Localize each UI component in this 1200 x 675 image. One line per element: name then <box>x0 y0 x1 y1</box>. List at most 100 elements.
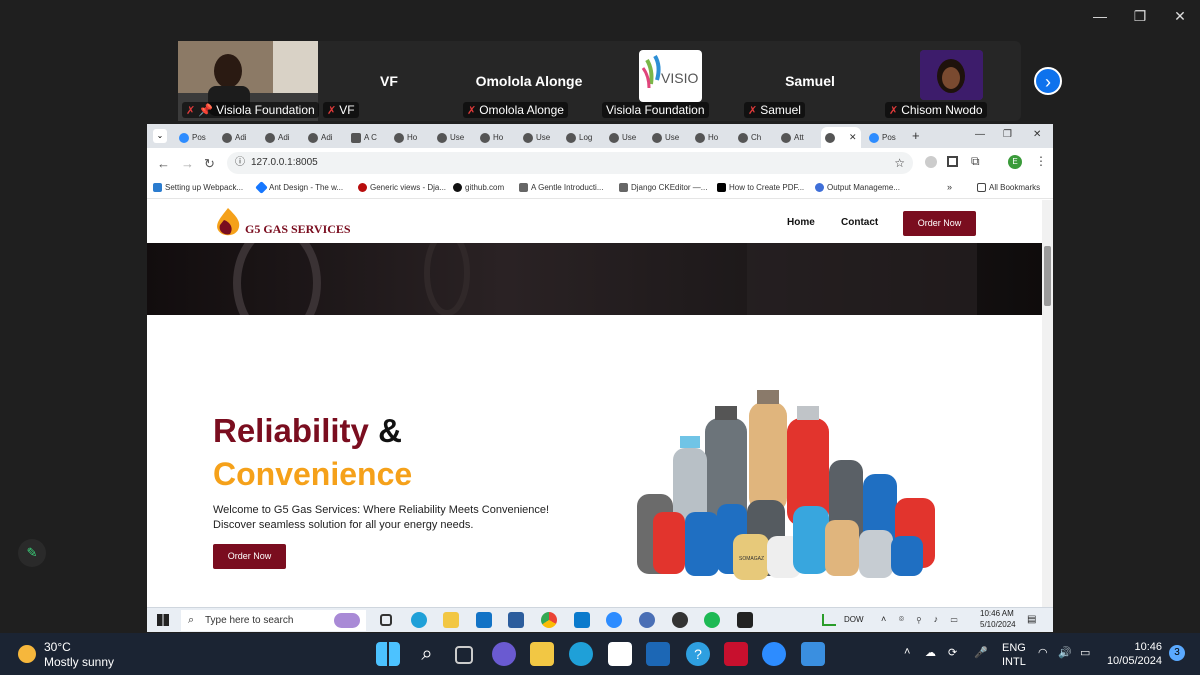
bookmark-item[interactable]: Setting up Webpack... <box>153 183 243 192</box>
next-participants-button[interactable]: › <box>1034 67 1062 95</box>
browser-tab[interactable]: Pos <box>865 127 907 148</box>
volume-icon[interactable]: 🔊 <box>1058 646 1072 659</box>
language-code[interactable]: ENG <box>1002 642 1026 654</box>
scrollbar-thumb[interactable] <box>1044 246 1051 306</box>
weather-description[interactable]: Mostly sunny <box>44 655 114 669</box>
forward-button[interactable]: → <box>181 156 194 171</box>
stock-chart-icon[interactable] <box>822 614 836 626</box>
browser-tab[interactable]: Ho <box>390 127 432 148</box>
page-scrollbar[interactable] <box>1042 200 1053 632</box>
zoom-icon[interactable] <box>762 642 786 666</box>
nav-contact-link[interactable]: Contact <box>841 217 878 228</box>
nav-order-button[interactable]: Order Now <box>903 211 976 236</box>
window-restore-button[interactable]: ❐ <box>1003 129 1012 140</box>
participant-tile[interactable]: Omolola Alonge ✗ Omolola Alonge <box>459 41 599 121</box>
bookmark-item[interactable]: Output Manageme... <box>815 183 900 192</box>
file-explorer-icon[interactable] <box>530 642 554 666</box>
browser-tab[interactable]: Ho <box>691 127 733 148</box>
vscode-icon[interactable] <box>574 612 590 628</box>
taskbar-search-input[interactable]: ⌕ Type here to search <box>181 610 366 631</box>
edge-icon[interactable] <box>569 642 593 666</box>
new-tab-button[interactable]: + <box>912 128 920 143</box>
restore-button[interactable]: ❐ <box>1128 8 1152 25</box>
browser-tab[interactable]: Use <box>605 127 647 148</box>
participant-tile[interactable]: Samuel ✗ Samuel <box>740 41 880 121</box>
github-desktop-icon[interactable] <box>672 612 688 628</box>
start-windows-icon[interactable] <box>157 614 169 626</box>
puzzle-extensions-icon[interactable]: ⧉ <box>971 154 980 169</box>
chat-icon[interactable] <box>492 642 516 666</box>
clock-date[interactable]: 10/05/2024 <box>1100 655 1162 667</box>
browser-tab[interactable]: Adi <box>304 127 346 148</box>
bookmark-item[interactable]: Ant Design - The w... <box>255 181 343 194</box>
help-icon[interactable]: ? <box>686 642 710 666</box>
search-icon[interactable]: ⌕ <box>415 642 439 666</box>
annotate-pen-icon[interactable]: ✎ <box>18 539 46 567</box>
notification-badge[interactable]: 3 <box>1169 645 1185 661</box>
participant-tile[interactable]: ✗ 📌 Visiola Foundation <box>178 41 319 121</box>
battery-icon[interactable]: ▭ <box>1080 646 1090 659</box>
shared-clock-date[interactable]: 5/10/2024 <box>980 620 1016 629</box>
keyboard-layout[interactable]: INTL <box>1002 656 1026 668</box>
weather-sun-icon[interactable] <box>18 645 36 663</box>
browser-tab[interactable]: Adi <box>261 127 303 148</box>
snipping-tool-icon[interactable] <box>801 642 825 666</box>
minimize-button[interactable]: — <box>1088 8 1112 24</box>
hp-icon[interactable] <box>646 642 670 666</box>
sync-icon[interactable]: ⟳ <box>948 646 957 659</box>
browser-tab-active[interactable]: ✕ <box>821 127 861 148</box>
site-logo-text[interactable]: G5 GAS SERVICES <box>245 222 351 237</box>
stock-ticker[interactable]: DOW <box>844 615 864 624</box>
task-view-icon[interactable] <box>380 614 392 626</box>
browser-tab[interactable]: Log <box>562 127 604 148</box>
tray-icons[interactable]: ˄ ⌾ ⚲ ♪ ▭ <box>881 614 962 625</box>
nav-home-link[interactable]: Home <box>787 217 815 228</box>
virtualbox-icon[interactable] <box>508 612 524 628</box>
spotify-icon[interactable] <box>704 612 720 628</box>
window-close-button[interactable]: ✕ <box>1033 129 1041 140</box>
mail-icon[interactable] <box>476 612 492 628</box>
participant-tile[interactable]: VF ✗ VF <box>319 41 459 121</box>
participant-tile[interactable]: VISIO Visiola Foundation <box>600 41 740 121</box>
terminal-icon[interactable] <box>737 612 753 628</box>
edge-icon[interactable] <box>411 612 427 628</box>
wifi-icon[interactable]: ◠ <box>1038 646 1048 659</box>
chrome-icon[interactable] <box>541 612 557 628</box>
browser-tab[interactable]: Use <box>519 127 561 148</box>
shared-clock-time[interactable]: 10:46 AM <box>980 609 1014 618</box>
browser-tab[interactable]: Ho <box>476 127 518 148</box>
microphone-icon[interactable]: 🎤 <box>974 646 988 659</box>
zoom-icon[interactable] <box>606 612 622 628</box>
file-explorer-icon[interactable] <box>443 612 459 628</box>
tray-chevron-icon[interactable]: ˄ <box>904 646 910 658</box>
onedrive-icon[interactable]: ☁ <box>925 646 936 659</box>
browser-tab[interactable]: A C <box>347 127 389 148</box>
bookmark-item[interactable]: Django CKEditor —... <box>619 183 707 192</box>
all-bookmarks[interactable]: All Bookmarks <box>977 183 1040 192</box>
bookmark-star-icon[interactable]: ☆ <box>894 152 905 174</box>
start-windows-icon[interactable] <box>376 642 400 666</box>
close-button[interactable]: ✕ <box>1168 8 1192 25</box>
task-view-icon[interactable] <box>455 646 473 664</box>
browser-tab[interactable]: Adi <box>218 127 260 148</box>
browser-tab[interactable]: Use <box>433 127 475 148</box>
store-icon[interactable] <box>608 642 632 666</box>
browser-tab[interactable]: Ch <box>734 127 776 148</box>
weather-temperature[interactable]: 30°C <box>44 640 71 654</box>
bookmark-item[interactable]: Generic views - Dja... <box>358 183 446 192</box>
notification-icon[interactable]: ▤ <box>1027 614 1036 625</box>
more-bookmarks-chevron-icon[interactable]: » <box>947 182 952 192</box>
qr-icon[interactable] <box>947 156 958 167</box>
bookmark-item[interactable]: How to Create PDF... <box>717 183 804 192</box>
extension-icon[interactable] <box>925 156 937 168</box>
menu-kebab-icon[interactable]: ⋮ <box>1035 154 1047 168</box>
app-icon[interactable] <box>639 612 655 628</box>
bookmark-item[interactable]: github.com <box>453 183 504 192</box>
back-button[interactable]: ← <box>157 156 170 171</box>
profile-avatar[interactable]: E <box>1008 155 1022 169</box>
mcafee-icon[interactable] <box>724 642 748 666</box>
clock-time[interactable]: 10:46 <box>1108 641 1162 653</box>
bookmark-item[interactable]: A Gentle Introducti... <box>519 183 603 192</box>
tab-search-button[interactable]: ⌄ <box>153 129 167 143</box>
reload-button[interactable]: ↻ <box>204 156 215 172</box>
